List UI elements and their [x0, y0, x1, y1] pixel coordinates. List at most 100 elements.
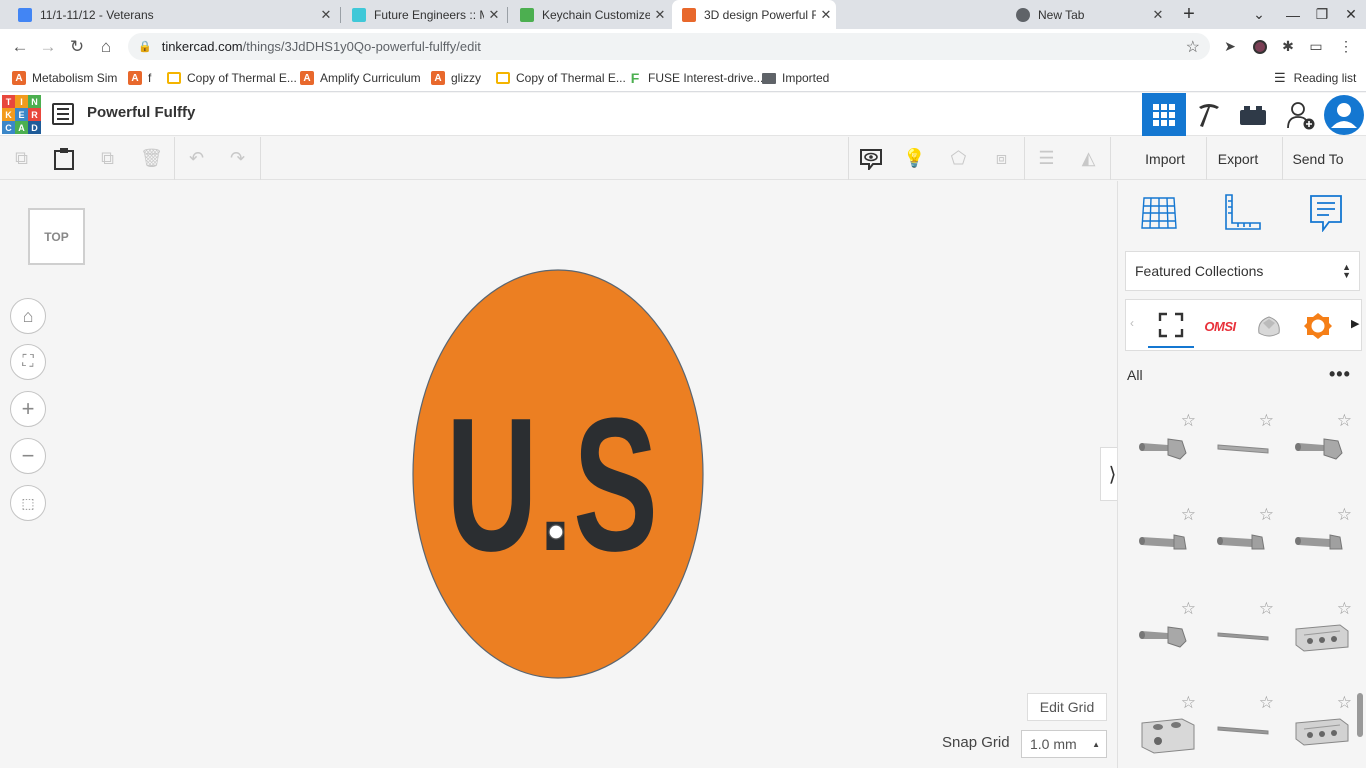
part-axle-peg[interactable]: ☆ — [1132, 411, 1202, 491]
tab-search-chevron-icon[interactable]: ⌄ — [1246, 0, 1272, 29]
scroll-right-chevron-icon[interactable]: ▶ — [1351, 317, 1359, 330]
trash-icon[interactable]: 🗑 — [130, 137, 173, 180]
star-icon[interactable]: ☆ — [1181, 599, 1196, 619]
snap-grid-select[interactable]: 1.0 mm ▲ — [1021, 730, 1107, 758]
address-bar[interactable]: 🔒 tinkercad.com/things/3JdDHS1y0Qo-power… — [128, 33, 1210, 60]
notes-tool-button[interactable] — [1304, 191, 1348, 235]
extension-badge-icon[interactable] — [1247, 29, 1273, 64]
close-icon[interactable]: ✕ — [316, 7, 336, 23]
duplicate-icon[interactable]: ⧉ — [86, 137, 129, 180]
close-icon[interactable]: ✕ — [1148, 7, 1168, 23]
browser-tab-2[interactable]: Future Engineers :: My ✕ — [342, 0, 504, 29]
part-pin[interactable]: ☆ — [1288, 505, 1358, 585]
collection-tab-gem[interactable] — [1246, 304, 1292, 348]
browser-tab-3[interactable]: Keychain Customizer ✕ — [510, 0, 670, 29]
export-button[interactable]: Export — [1207, 137, 1269, 180]
reading-list-button[interactable]: ☰ Reading list — [1274, 64, 1356, 92]
panel-scrollbar[interactable] — [1357, 693, 1363, 737]
undo-icon[interactable]: ↶ — [175, 137, 218, 180]
ungroup-icon[interactable]: ⧈ — [980, 137, 1023, 180]
bookmark-folder-imported[interactable]: Imported — [762, 64, 829, 92]
bricks-button[interactable] — [1231, 93, 1275, 136]
notes-eye-icon[interactable] — [849, 137, 892, 180]
bookmark-item[interactable]: A Metabolism Sim — [12, 64, 117, 92]
star-icon[interactable]: ☆ — [1337, 505, 1352, 525]
ruler-tool-button[interactable] — [1220, 191, 1264, 235]
part-brick-2-hole[interactable]: ☆ — [1132, 693, 1202, 768]
star-icon[interactable]: ☆ — [1259, 693, 1274, 713]
tab-title: Future Engineers :: My — [374, 7, 484, 22]
scroll-left-chevron-icon[interactable]: ‹ — [1130, 316, 1134, 330]
redo-icon[interactable]: ↷ — [216, 137, 259, 180]
part-thin-beam[interactable]: ☆ — [1210, 411, 1280, 491]
part-pin[interactable]: ☆ — [1210, 505, 1280, 585]
bookmark-item[interactable]: F FUSE Interest-drive... — [628, 64, 764, 92]
bookmark-item[interactable]: Af — [128, 64, 151, 92]
star-icon[interactable]: ☆ — [1181, 693, 1196, 713]
part-pin[interactable]: ☆ — [1132, 505, 1202, 585]
cursor-extension-icon[interactable]: ➤ — [1217, 29, 1243, 64]
browser-tab-active[interactable]: 3D design Powerful Fu ✕ — [672, 0, 836, 29]
bookmark-item[interactable]: Aglizzy — [431, 64, 481, 92]
design-title[interactable]: Powerful Fulffy — [87, 104, 195, 121]
bookmark-item[interactable]: A Amplify Curriculum — [300, 64, 421, 92]
part-axle-peg[interactable]: ☆ — [1132, 599, 1202, 679]
reload-icon[interactable]: ↻ — [63, 29, 91, 64]
minimize-button[interactable]: — — [1280, 0, 1306, 29]
import-button[interactable]: Import — [1126, 137, 1204, 180]
star-icon[interactable]: ☆ — [1337, 411, 1352, 431]
part-rod[interactable]: ☆ — [1210, 693, 1280, 768]
back-arrow-icon[interactable]: ← — [6, 29, 34, 64]
bookmark-item[interactable]: Copy of Thermal E... — [167, 64, 297, 92]
star-icon[interactable]: ☆ — [1181, 411, 1196, 431]
mirror-icon[interactable]: ◭ — [1067, 137, 1110, 180]
home-icon[interactable]: ⌂ — [92, 29, 120, 64]
design-list-icon[interactable] — [52, 103, 74, 125]
star-icon[interactable]: ☆ — [1259, 411, 1274, 431]
us-text-shape[interactable]: U.S — [446, 379, 658, 591]
paste-icon[interactable] — [42, 137, 85, 180]
kebab-menu-icon[interactable]: ⋮ — [1333, 29, 1359, 64]
collection-tab-omsi[interactable]: OMSI — [1197, 304, 1243, 348]
bookmark-item[interactable]: Copy of Thermal E... — [496, 64, 626, 92]
featured-collections-select[interactable]: Featured Collections ▲ ▼ — [1125, 251, 1360, 291]
group-icon[interactable]: ⬠ — [937, 137, 980, 180]
align-icon[interactable]: ☰ — [1025, 137, 1068, 180]
tinkercad-logo[interactable]: T I N K E R C A D — [2, 95, 41, 134]
part-brick-3-hole[interactable]: ☆ — [1288, 599, 1358, 679]
minecraft-pickaxe-button[interactable] — [1187, 93, 1231, 136]
close-icon[interactable]: ✕ — [484, 7, 504, 23]
workplane[interactable]: TOP ⌂ ⛶ + − ⬚ U.S ⟩ Edit Grid Snap Grid … — [0, 181, 1124, 768]
star-icon[interactable]: ☆ — [1337, 599, 1352, 619]
star-icon[interactable]: ☆ — [1259, 599, 1274, 619]
cast-icon[interactable]: ▭ — [1303, 29, 1329, 64]
bookmark-star-icon[interactable]: ☆ — [1186, 37, 1200, 57]
star-icon[interactable]: ☆ — [1181, 505, 1196, 525]
close-window-button[interactable]: ✕ — [1338, 0, 1364, 29]
star-icon[interactable]: ☆ — [1337, 693, 1352, 713]
restore-button[interactable]: ❐ — [1309, 0, 1335, 29]
new-tab-button[interactable]: + — [1176, 0, 1202, 29]
puzzle-extensions-icon[interactable]: ✱ — [1275, 29, 1301, 64]
part-axle-peg[interactable]: ☆ — [1288, 411, 1358, 491]
more-options-icon[interactable]: ••• — [1329, 364, 1351, 385]
star-icon[interactable]: ☆ — [1259, 505, 1274, 525]
close-icon[interactable]: ✕ — [816, 7, 836, 23]
forward-arrow-icon[interactable]: → — [34, 29, 62, 64]
close-icon[interactable]: ✕ — [650, 7, 670, 23]
browser-tab-5[interactable]: New Tab ✕ — [1006, 0, 1168, 29]
3d-view-button[interactable] — [1142, 93, 1186, 136]
lightbulb-icon[interactable]: 💡 — [893, 137, 936, 180]
browser-tab-1[interactable]: 11/1-11/12 - Veterans ✕ — [8, 0, 336, 29]
part-rod[interactable]: ☆ — [1210, 599, 1280, 679]
copy-icon[interactable]: ⧉ — [0, 137, 43, 180]
send-to-button[interactable]: Send To — [1283, 137, 1353, 180]
collection-tab-ring[interactable] — [1295, 304, 1341, 348]
part-brick-3-hole[interactable]: ☆ — [1288, 693, 1358, 768]
invite-user-button[interactable] — [1279, 93, 1323, 136]
collection-tab-frame[interactable] — [1148, 304, 1194, 348]
user-avatar[interactable] — [1322, 93, 1366, 136]
workplane-tool-button[interactable] — [1137, 191, 1181, 235]
edit-grid-button[interactable]: Edit Grid — [1027, 693, 1107, 721]
selection-handle[interactable] — [548, 524, 564, 540]
